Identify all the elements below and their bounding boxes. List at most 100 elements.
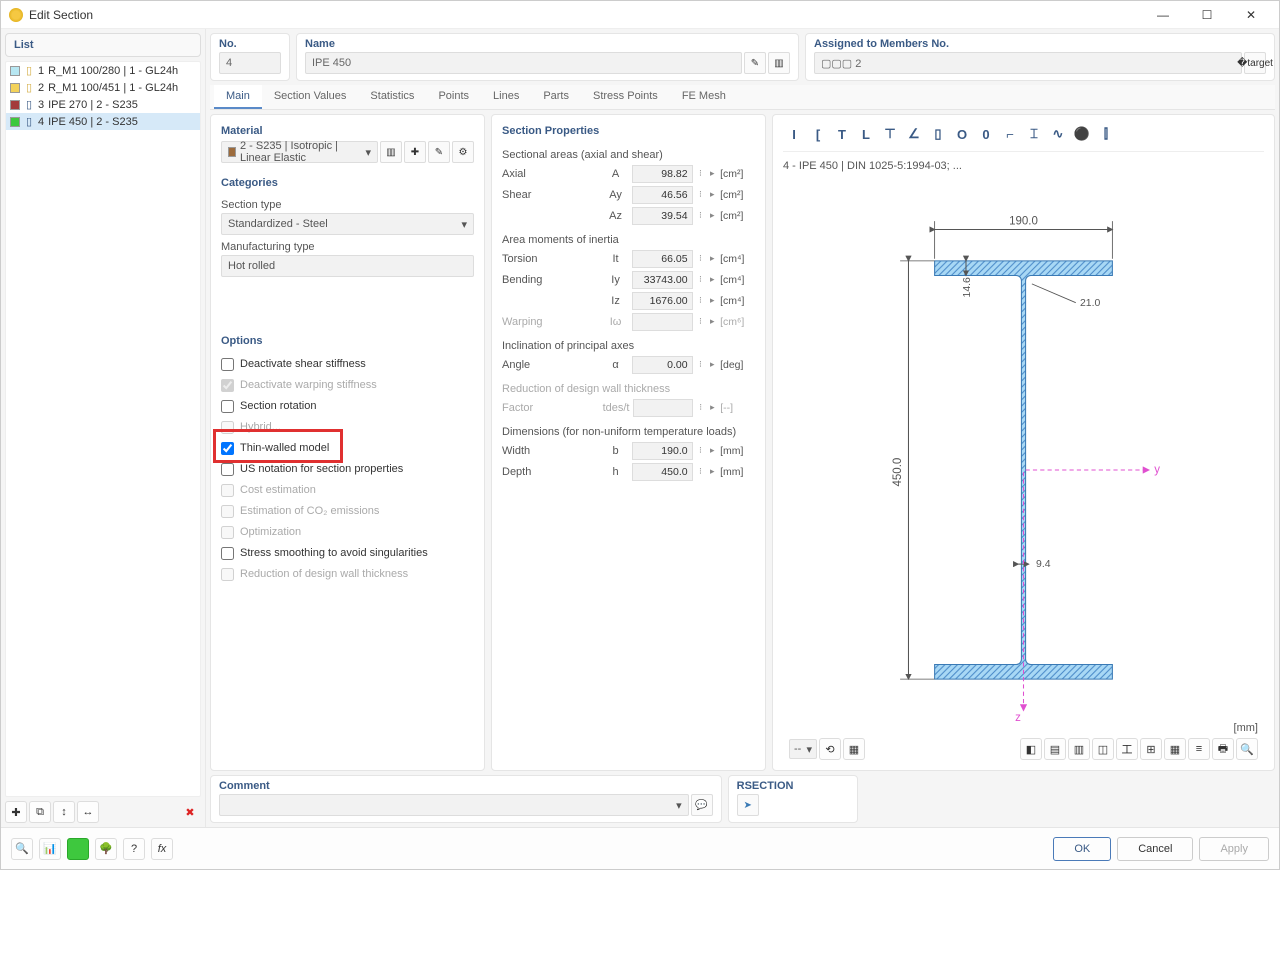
preview-combo[interactable]: --▾ — [789, 739, 817, 759]
option-checkbox[interactable] — [221, 547, 234, 560]
preview-tool-2[interactable]: ▦ — [843, 738, 865, 760]
prop-value[interactable]: 450.0 — [632, 463, 692, 481]
tab-main[interactable]: Main — [214, 85, 262, 109]
edit-name-icon[interactable]: ✎ — [744, 52, 766, 74]
prop-value[interactable]: 33743.00 — [632, 271, 692, 289]
list-item[interactable]: ▯ 3 IPE 270 | 2 - S235 — [6, 96, 200, 113]
shape-button[interactable]: ⌐ — [999, 123, 1021, 145]
assigned-value[interactable]: ▢▢▢ 2 — [814, 52, 1242, 74]
preview-view-8[interactable]: ≡ — [1188, 738, 1210, 760]
section-list[interactable]: ▯ 1 R_M1 100/280 | 1 - GL24h ▯ 2 R_M1 10… — [5, 61, 201, 797]
footer-help-icon[interactable]: ? — [123, 838, 145, 860]
option-us-notation-for-section-proper[interactable]: US notation for section properties — [221, 460, 474, 478]
footer-status-icon[interactable] — [67, 838, 89, 860]
spinner-icon[interactable]: ⁝ — [697, 445, 705, 456]
shape-button[interactable]: ∿ — [1047, 123, 1069, 145]
preview-view-4[interactable]: ◫ — [1092, 738, 1114, 760]
option-checkbox[interactable] — [221, 400, 234, 413]
list-item[interactable]: ▯ 1 R_M1 100/280 | 1 - GL24h — [6, 62, 200, 79]
close-button[interactable]: ✕ — [1231, 3, 1271, 27]
tab-parts[interactable]: Parts — [531, 85, 581, 109]
footer-calc-icon[interactable]: 📊 — [39, 838, 61, 860]
material-dropdown[interactable]: 2 - S235 | Isotropic | Linear Elastic ▾ — [221, 141, 378, 163]
arrow-icon[interactable]: ▸ — [709, 402, 717, 413]
shape-button[interactable]: 0 — [975, 123, 997, 145]
comment-input[interactable]: ▾ — [219, 794, 689, 816]
prop-value[interactable]: 46.56 — [632, 186, 692, 204]
tab-statistics[interactable]: Statistics — [358, 85, 426, 109]
arrow-icon[interactable]: ▸ — [708, 274, 716, 285]
footer-tree-icon[interactable]: 🌳 — [95, 838, 117, 860]
arrow-icon[interactable]: ▸ — [708, 316, 716, 327]
shape-button[interactable]: I — [783, 123, 805, 145]
tab-lines[interactable]: Lines — [481, 85, 531, 109]
ok-button[interactable]: OK — [1053, 837, 1111, 861]
list-item[interactable]: ▯ 4 IPE 450 | 2 - S235 — [6, 113, 200, 130]
material-lib-icon[interactable]: ▥ — [380, 141, 402, 163]
library-icon[interactable]: ▥ — [768, 52, 790, 74]
tool-button-1[interactable]: ↕ — [53, 801, 75, 823]
preview-view-3[interactable]: ▥ — [1068, 738, 1090, 760]
shape-button[interactable]: L — [855, 123, 877, 145]
preview-view-7[interactable]: ▦ — [1164, 738, 1186, 760]
shape-button[interactable]: ⫿ — [1095, 123, 1117, 145]
prop-value[interactable]: 190.0 — [632, 442, 692, 460]
shape-button[interactable]: ▯ — [927, 123, 949, 145]
spinner-icon[interactable]: ⁝ — [697, 359, 705, 370]
shape-button[interactable]: O — [951, 123, 973, 145]
arrow-icon[interactable]: ▸ — [708, 445, 716, 456]
spinner-icon[interactable]: ⁝ — [697, 168, 705, 179]
number-value[interactable]: 4 — [219, 52, 281, 74]
arrow-icon[interactable]: ▸ — [708, 189, 716, 200]
apply-button[interactable]: Apply — [1199, 837, 1269, 861]
spinner-icon[interactable]: ⁝ — [697, 466, 705, 477]
material-tool-icon[interactable]: ⚙ — [452, 141, 474, 163]
shape-button[interactable]: T — [831, 123, 853, 145]
spinner-icon[interactable]: ⁝ — [697, 253, 705, 264]
spinner-icon[interactable]: ⁝ — [697, 189, 705, 200]
prop-value[interactable]: 39.54 — [632, 207, 692, 225]
prop-value[interactable] — [632, 313, 692, 331]
spinner-icon[interactable]: ⁝ — [697, 402, 705, 413]
shape-button[interactable]: ⌶ — [1023, 123, 1045, 145]
name-value[interactable]: IPE 450 — [305, 52, 742, 74]
spinner-icon[interactable]: ⁝ — [697, 274, 705, 285]
tab-stress-points[interactable]: Stress Points — [581, 85, 670, 109]
prop-value[interactable]: 0.00 — [632, 356, 692, 374]
preview-view-6[interactable]: ⊞ — [1140, 738, 1162, 760]
pick-member-icon[interactable]: �target — [1244, 52, 1266, 74]
maximize-button[interactable]: ☐ — [1187, 3, 1227, 27]
option-deactivate-shear-stiffness[interactable]: Deactivate shear stiffness — [221, 355, 474, 373]
prop-value[interactable] — [633, 399, 693, 417]
footer-search-icon[interactable]: 🔍 — [11, 838, 33, 860]
preview-view-2[interactable]: ▤ — [1044, 738, 1066, 760]
material-new-icon[interactable]: ✚ — [404, 141, 426, 163]
cancel-button[interactable]: Cancel — [1117, 837, 1193, 861]
prop-value[interactable]: 1676.00 — [632, 292, 692, 310]
arrow-icon[interactable]: ▸ — [708, 253, 716, 264]
prop-value[interactable]: 66.05 — [632, 250, 692, 268]
tool-button-2[interactable]: ↔ — [77, 801, 99, 823]
shape-button[interactable]: ∠ — [903, 123, 925, 145]
list-item[interactable]: ▯ 2 R_M1 100/451 | 1 - GL24h — [6, 79, 200, 96]
option-stress-smoothing-to-avoid-sing[interactable]: Stress smoothing to avoid singularities — [221, 544, 474, 562]
preview-tool-1[interactable]: ⟲ — [819, 738, 841, 760]
spinner-icon[interactable]: ⁝ — [697, 316, 705, 327]
spinner-icon[interactable]: ⁝ — [697, 295, 705, 306]
preview-view-1[interactable]: ◧ — [1020, 738, 1042, 760]
delete-button[interactable]: ✖ — [179, 801, 201, 823]
shape-button[interactable]: [ — [807, 123, 829, 145]
arrow-icon[interactable]: ▸ — [708, 210, 716, 221]
tab-points[interactable]: Points — [426, 85, 481, 109]
option-section-rotation[interactable]: Section rotation — [221, 397, 474, 415]
copy-button[interactable]: ⧉ — [29, 801, 51, 823]
spinner-icon[interactable]: ⁝ — [697, 210, 705, 221]
comment-btn[interactable]: 💬 — [691, 794, 713, 816]
option-checkbox[interactable] — [221, 358, 234, 371]
prop-value[interactable]: 98.82 — [632, 165, 692, 183]
arrow-icon[interactable]: ▸ — [708, 295, 716, 306]
preview-area[interactable]: 190.0 450.0 14.6 21.0 — [783, 176, 1264, 764]
tab-fe-mesh[interactable]: FE Mesh — [670, 85, 738, 109]
shape-button[interactable]: ⊤ — [879, 123, 901, 145]
material-edit-icon[interactable]: ✎ — [428, 141, 450, 163]
